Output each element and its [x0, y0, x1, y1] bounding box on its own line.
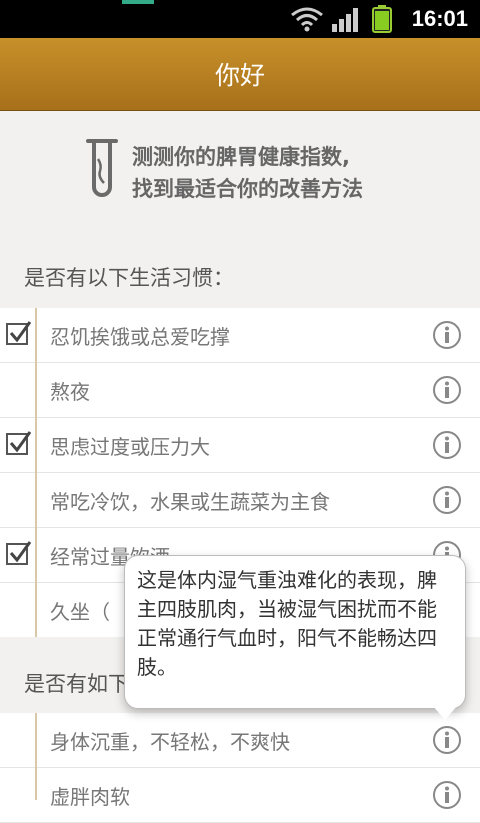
checkbox-checked-icon[interactable] [6, 431, 32, 457]
list-item-label: 思虑过度或压力大 [50, 435, 210, 459]
list-item-label: 忍饥挨饿或总爱吃撑 [50, 325, 230, 349]
list-item[interactable]: 熬夜 [0, 363, 480, 418]
notification-indicator [122, 0, 154, 4]
section-header-habits: 是否有以下生活习惯： [24, 266, 234, 290]
list-item[interactable]: 虚胖肉软 [0, 768, 480, 823]
list-item-label: 熬夜 [50, 380, 90, 404]
list-item[interactable]: 思虑过度或压力大 [0, 418, 480, 473]
list-item[interactable]: 常吃冷饮，水果或生蔬菜为主食 [0, 473, 480, 528]
list-divider-line [35, 308, 37, 637]
page-title: 你好 [214, 61, 265, 90]
intro-line-1: 测测你的脾胃健康指数, [132, 145, 350, 169]
status-time: 16:01 [411, 6, 468, 31]
info-icon[interactable] [432, 725, 462, 755]
info-icon[interactable] [432, 430, 462, 460]
tooltip-text: 这是体内湿气重浊难化的表现，脾主四肢肌肉，当被湿气困扰而不能正常通行气血时，阳气… [137, 568, 437, 679]
info-icon[interactable] [432, 320, 462, 350]
checkbox-checked-icon[interactable] [6, 321, 32, 347]
intro-line-2: 找到最适合你的改善方法 [132, 177, 363, 201]
list-item[interactable]: 忍饥挨饿或总爱吃撑 [0, 308, 480, 363]
list-item[interactable]: 身体沉重，不轻松，不爽快 [0, 713, 480, 768]
list-item-label: 虚胖肉软 [50, 785, 130, 809]
test-tube-icon [86, 139, 118, 197]
wifi-icon [291, 7, 323, 32]
status-bar: 16:01 [0, 0, 480, 38]
list-item-label: 身体沉重，不轻松，不爽快 [50, 730, 290, 754]
info-icon[interactable] [432, 485, 462, 515]
symptoms-list: 身体沉重，不轻松，不爽快 虚胖肉软 [0, 713, 480, 823]
info-icon[interactable] [432, 375, 462, 405]
battery-icon [372, 5, 392, 33]
info-tooltip: 这是体内湿气重浊难化的表现，脾主四肢肌肉，当被湿气困扰而不能正常通行气血时，阳气… [124, 555, 466, 720]
list-item-label: 常吃冷饮，水果或生蔬菜为主食 [50, 490, 330, 514]
checkbox-checked-icon[interactable] [6, 541, 32, 567]
list-item-label: 久坐（ [50, 600, 110, 624]
info-icon[interactable] [432, 780, 462, 810]
title-bar: 你好 [0, 38, 480, 111]
tooltip-arrow [433, 706, 457, 720]
signal-icon [332, 8, 358, 32]
section-header-symptoms: 是否有如下 [24, 672, 129, 696]
list-divider-line [35, 713, 37, 800]
